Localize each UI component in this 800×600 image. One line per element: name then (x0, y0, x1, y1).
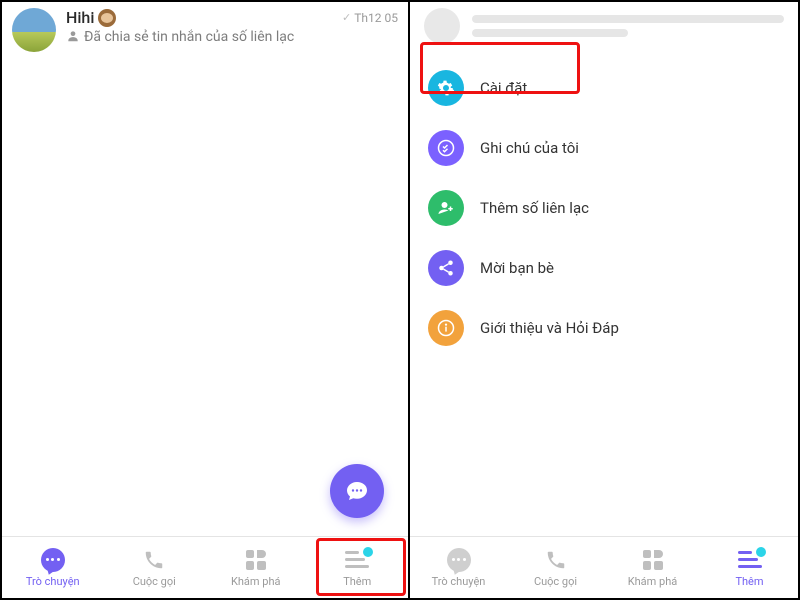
placeholder-lines (472, 15, 784, 37)
notification-dot-icon (363, 547, 373, 557)
chat-preview-text: Đã chia sẻ tin nhắn của số liên lạc (84, 28, 294, 49)
profile-placeholder[interactable] (410, 2, 798, 54)
nav-explore[interactable]: Khám phá (604, 537, 701, 598)
chat-body: Hihi ✓ Th12 05 Đã chia sẻ tin nhắn của s… (66, 8, 398, 52)
nav-more[interactable]: Thêm (701, 537, 798, 598)
info-icon (428, 310, 464, 346)
menu-invite-friends[interactable]: Mời bạn bè (418, 238, 790, 298)
delivered-check-icon: ✓ (342, 11, 351, 24)
menu-add-contact[interactable]: Thêm số liên lạc (418, 178, 790, 238)
nav-explore-label: Khám phá (231, 575, 281, 588)
chat-name-text: Hihi (66, 8, 94, 27)
checklist-icon (428, 130, 464, 166)
nav-calls-label: Cuộc gọi (133, 575, 176, 588)
nav-more-label: Thêm (735, 575, 763, 588)
placeholder-line (472, 29, 628, 37)
chat-timestamp: ✓ Th12 05 (342, 11, 398, 25)
chat-icon (39, 548, 67, 572)
grid-icon (242, 548, 270, 572)
add-contact-icon (428, 190, 464, 226)
grid-icon (639, 548, 667, 572)
menu-my-notes[interactable]: Ghi chú của tôi (418, 118, 790, 178)
chat-list-item[interactable]: Hihi ✓ Th12 05 Đã chia sẻ tin nhắn của s… (2, 2, 408, 56)
chat-preview: Đã chia sẻ tin nhắn của số liên lạc (66, 28, 398, 49)
menu-settings[interactable]: Cài đặt (418, 58, 790, 118)
nav-explore-label: Khám phá (628, 575, 678, 588)
chat-time-text: Th12 05 (354, 11, 398, 25)
menu-add-contact-label: Thêm số liên lạc (480, 199, 589, 217)
contact-share-icon (66, 29, 80, 49)
gear-icon (428, 70, 464, 106)
nav-chat[interactable]: Trò chuyện (2, 537, 104, 598)
bottom-nav-right: Trò chuyện Cuộc gọi Khám phá Thêm (410, 536, 798, 598)
nav-chat[interactable]: Trò chuyện (410, 537, 507, 598)
chat-name: Hihi (66, 8, 116, 27)
more-lines-icon (736, 548, 764, 572)
nav-calls[interactable]: Cuộc gọi (104, 537, 206, 598)
share-icon (428, 250, 464, 286)
notification-dot-icon (756, 547, 766, 557)
monkey-emoji-icon (98, 9, 116, 27)
screen-more: Cài đặt Ghi chú của tôi Thêm số liên lạc… (410, 2, 798, 598)
avatar-placeholder-icon (424, 8, 460, 44)
chat-bubble-icon (345, 479, 369, 503)
nav-more-label: Thêm (343, 575, 371, 588)
phone-icon (542, 548, 570, 572)
menu-notes-label: Ghi chú của tôi (480, 139, 579, 157)
menu-settings-label: Cài đặt (480, 79, 527, 97)
bottom-nav-left: Trò chuyện Cuộc gọi Khám phá Thêm (2, 536, 408, 598)
menu-about-label: Giới thiệu và Hỏi Đáp (480, 319, 619, 337)
screen-chats: Hihi ✓ Th12 05 Đã chia sẻ tin nhắn của s… (2, 2, 410, 598)
more-lines-icon (343, 548, 371, 572)
dual-screenshot: Hihi ✓ Th12 05 Đã chia sẻ tin nhắn của s… (0, 0, 800, 600)
menu-about-faq[interactable]: Giới thiệu và Hỏi Đáp (418, 298, 790, 358)
more-menu: Cài đặt Ghi chú của tôi Thêm số liên lạc… (410, 54, 798, 362)
nav-more[interactable]: Thêm (307, 537, 409, 598)
nav-explore[interactable]: Khám phá (205, 537, 307, 598)
avatar (12, 8, 56, 52)
nav-calls-label: Cuộc gọi (534, 575, 577, 588)
new-chat-fab[interactable] (330, 464, 384, 518)
chat-icon (445, 548, 473, 572)
placeholder-line (472, 15, 784, 23)
nav-calls[interactable]: Cuộc gọi (507, 537, 604, 598)
menu-invite-label: Mời bạn bè (480, 259, 554, 277)
phone-icon (140, 548, 168, 572)
chat-head: Hihi ✓ Th12 05 (66, 8, 398, 27)
